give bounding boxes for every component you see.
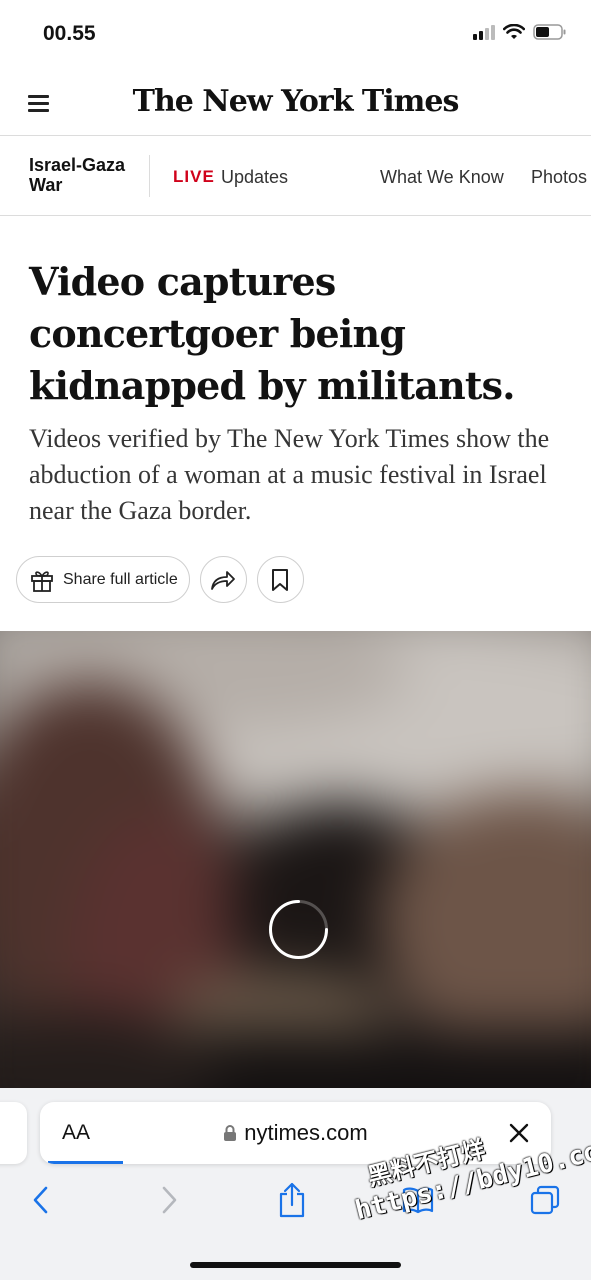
- status-icons: [473, 24, 567, 40]
- share-arrow-icon: [211, 570, 236, 590]
- back-icon: [33, 1186, 48, 1214]
- home-indicator: [190, 1262, 401, 1268]
- status-bar: 00.55: [0, 0, 591, 70]
- status-time: 00.55: [43, 22, 96, 45]
- forward-button[interactable]: [152, 1180, 186, 1220]
- video-frame: [0, 631, 591, 1101]
- cellular-signal-icon: [473, 24, 495, 40]
- section-name[interactable]: Israel-Gaza War: [29, 155, 139, 195]
- nyt-logo[interactable]: The New York Times: [0, 84, 591, 119]
- wifi-icon: [503, 24, 525, 39]
- nav-link-what-we-know[interactable]: What We Know: [380, 167, 504, 188]
- share-tools: Share full article: [16, 556, 304, 603]
- bookmark-icon: [272, 568, 289, 591]
- share-sheet-button[interactable]: [275, 1180, 309, 1220]
- page-load-progress-bar: [48, 1161, 123, 1164]
- bookmark-button[interactable]: [256, 556, 304, 603]
- previous-tab-peek[interactable]: [0, 1102, 27, 1164]
- live-badge[interactable]: LIVE: [173, 167, 215, 187]
- loading-spinner-icon: [269, 900, 328, 959]
- lock-icon: [224, 1125, 237, 1141]
- live-updates-link[interactable]: Updates: [221, 167, 288, 188]
- back-button[interactable]: [24, 1180, 58, 1220]
- nav-link-photos[interactable]: Photos: [531, 167, 587, 188]
- share-full-article-button[interactable]: Share full article: [16, 556, 190, 603]
- article-summary: Videos verified by The New York Times sh…: [29, 424, 550, 525]
- article-headline: Video captures concertgoer being kidnapp…: [29, 259, 515, 408]
- video-player[interactable]: [0, 631, 591, 1101]
- gift-icon: [31, 570, 53, 592]
- battery-icon: [533, 24, 566, 40]
- share-icon: [279, 1182, 305, 1218]
- share-full-article-label: Share full article: [63, 570, 178, 588]
- tabs-icon: [530, 1185, 560, 1215]
- tabs-button[interactable]: [528, 1180, 562, 1220]
- share-button[interactable]: [199, 556, 247, 603]
- masthead: The New York Times: [0, 70, 591, 136]
- url-text: nytimes.com: [244, 1120, 368, 1145]
- forward-icon: [162, 1186, 177, 1214]
- nav-divider: [149, 155, 150, 197]
- section-nav: Israel-Gaza War LIVE Updates What We Kno…: [0, 137, 591, 216]
